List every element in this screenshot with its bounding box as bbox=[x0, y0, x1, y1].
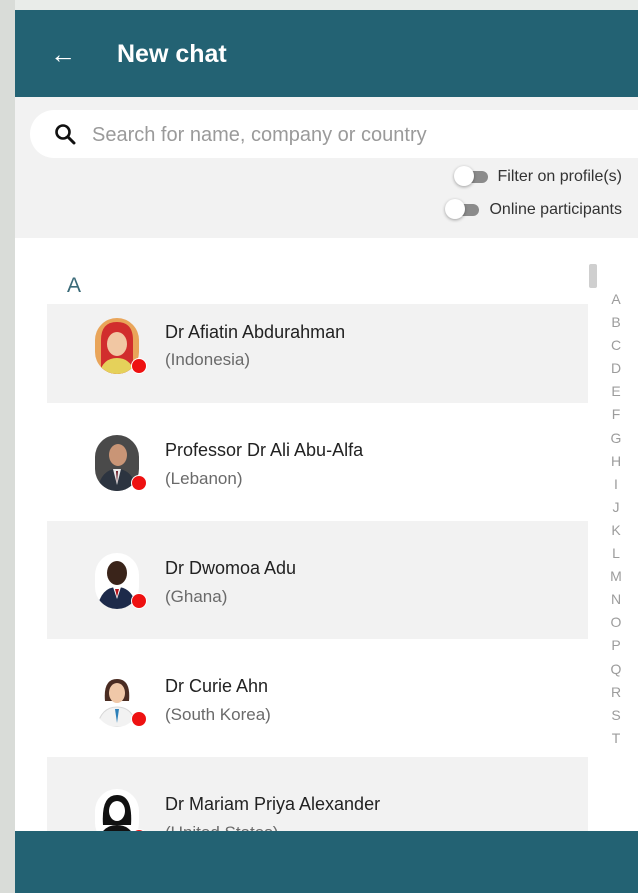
participant-country: (Lebanon) bbox=[165, 469, 243, 488]
alpha-index-letter[interactable]: K bbox=[608, 519, 624, 542]
alpha-index-letter[interactable]: N bbox=[608, 588, 624, 611]
participant-country: (South Korea) bbox=[165, 705, 271, 724]
online-participants-row: Online participants bbox=[445, 198, 622, 222]
list-scrollbar[interactable] bbox=[589, 264, 597, 288]
participant-list: A Dr Afiatin Abdurahman (Indonesia) Prof… bbox=[15, 238, 638, 831]
alpha-index-letter[interactable]: E bbox=[608, 380, 624, 403]
participant-name: Dr Mariam Priya Alexander bbox=[165, 794, 381, 814]
participant-country: (United States) bbox=[165, 823, 278, 831]
alpha-index-letter[interactable]: H bbox=[608, 450, 624, 473]
alpha-index-letter[interactable]: S bbox=[608, 704, 624, 727]
avatar bbox=[95, 318, 147, 374]
app-header: ← New chat bbox=[15, 10, 638, 97]
participant-country: (Indonesia) bbox=[165, 350, 251, 369]
alpha-index-letter[interactable]: C bbox=[608, 334, 624, 357]
alpha-index-letter[interactable]: I bbox=[608, 473, 624, 496]
avatar bbox=[95, 553, 147, 609]
alpha-index-letter[interactable]: A bbox=[608, 288, 624, 311]
avatar bbox=[95, 671, 147, 727]
alpha-index-letter[interactable]: P bbox=[608, 634, 624, 657]
status-dot bbox=[131, 475, 147, 491]
participant-row[interactable]: Dr Dwomoa Adu (Ghana) bbox=[47, 521, 588, 639]
participant-name: Dr Dwomoa Adu bbox=[165, 558, 297, 578]
participant-row[interactable]: Dr Curie Ahn (South Korea) bbox=[47, 639, 588, 757]
search-icon bbox=[55, 124, 76, 145]
alpha-index-letter[interactable]: G bbox=[608, 427, 624, 450]
alphabet-index: A B C D E F G H I J K L M N O P Q R S T bbox=[608, 288, 624, 750]
online-participants-toggle[interactable] bbox=[445, 199, 480, 219]
status-dot bbox=[131, 711, 147, 727]
top-strip bbox=[15, 0, 638, 10]
section-letter: A bbox=[67, 274, 82, 297]
participant-country: (Ghana) bbox=[165, 587, 228, 606]
participant-name: Dr Afiatin Abdurahman bbox=[165, 322, 346, 342]
online-participants-label: Online participants bbox=[489, 201, 622, 218]
alpha-index-letter[interactable]: L bbox=[608, 542, 624, 565]
alpha-index-letter[interactable]: Q bbox=[608, 658, 624, 681]
page-title: New chat bbox=[117, 40, 227, 68]
avatar bbox=[95, 435, 147, 491]
search-input[interactable] bbox=[90, 118, 594, 152]
filter-profile-toggle[interactable] bbox=[453, 166, 488, 186]
alpha-index-letter[interactable]: M bbox=[608, 565, 624, 588]
alpha-index-letter[interactable]: B bbox=[608, 311, 624, 334]
search-bar[interactable] bbox=[30, 110, 638, 158]
participant-row[interactable]: Dr Mariam Priya Alexander (United States… bbox=[47, 757, 588, 831]
alpha-index-letter[interactable]: D bbox=[608, 357, 624, 380]
participant-name: Dr Curie Ahn bbox=[165, 676, 269, 696]
bottom-bar bbox=[15, 831, 638, 893]
participant-name: Professor Dr Ali Abu-Alfa bbox=[165, 440, 364, 460]
alpha-index-letter[interactable]: F bbox=[608, 403, 624, 426]
filter-profile-row: Filter on profile(s) bbox=[453, 165, 622, 189]
app-window: ← New chat Filter on profile(s) Online p… bbox=[15, 0, 638, 893]
participant-row[interactable]: Dr Afiatin Abdurahman (Indonesia) bbox=[47, 304, 588, 403]
avatar bbox=[95, 789, 147, 831]
status-dot bbox=[131, 593, 147, 609]
alpha-index-letter[interactable]: O bbox=[608, 611, 624, 634]
filter-profile-label: Filter on profile(s) bbox=[497, 168, 622, 185]
alpha-index-letter[interactable]: T bbox=[608, 727, 624, 750]
alpha-index-letter[interactable]: J bbox=[608, 496, 624, 519]
arrow-left-icon[interactable]: ← bbox=[49, 40, 77, 68]
alpha-index-letter[interactable]: R bbox=[608, 681, 624, 704]
participant-row[interactable]: Professor Dr Ali Abu-Alfa (Lebanon) bbox=[47, 403, 588, 521]
status-dot bbox=[131, 358, 147, 374]
